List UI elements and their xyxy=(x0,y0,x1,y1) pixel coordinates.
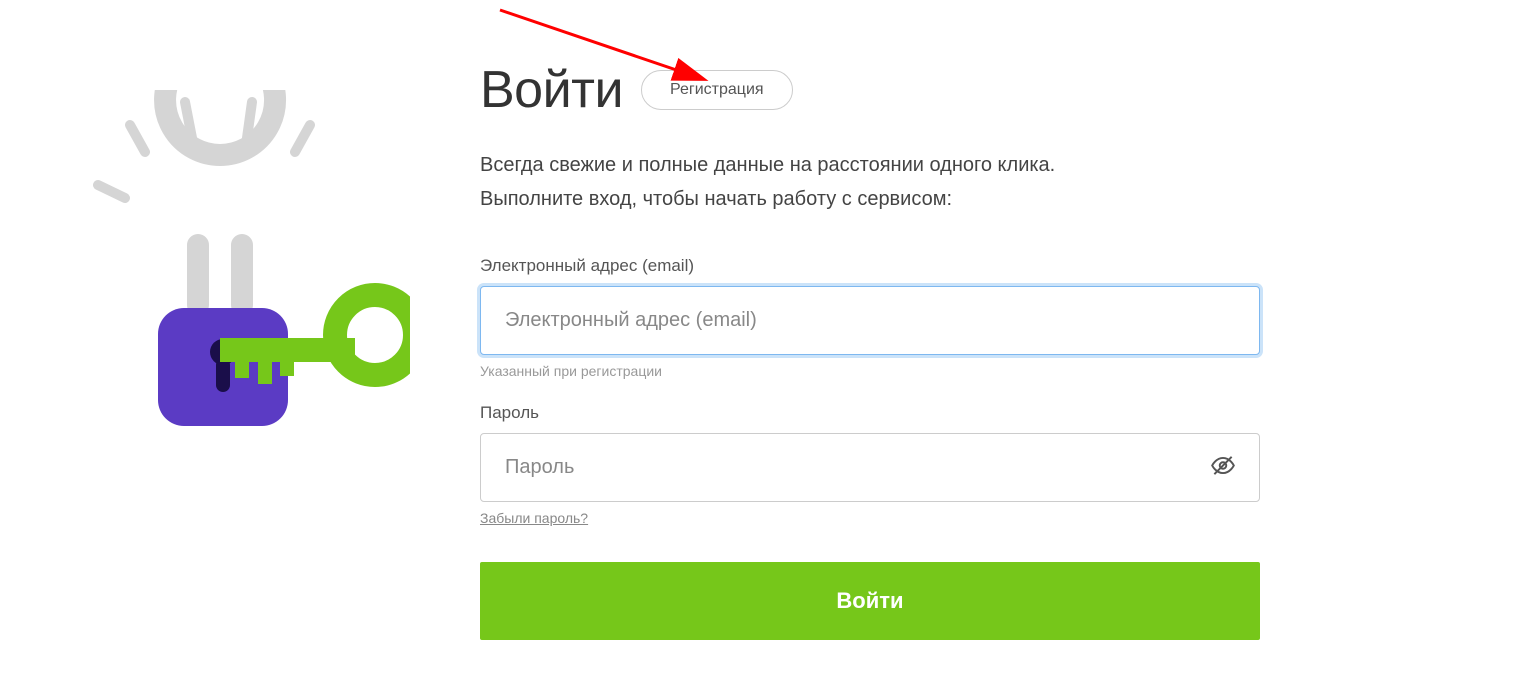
subtitle-line1: Всегда свежие и полные данные на расстоя… xyxy=(480,148,1260,182)
toggle-password-visibility-icon[interactable] xyxy=(1210,452,1236,483)
register-button[interactable]: Регистрация xyxy=(641,70,793,110)
login-illustration xyxy=(70,60,440,685)
lock-key-icon xyxy=(70,90,410,440)
email-label: Электронный адрес (email) xyxy=(480,256,1260,276)
email-field[interactable] xyxy=(480,286,1260,355)
password-label: Пароль xyxy=(480,403,1260,423)
forgot-password-link[interactable]: Забыли пароль? xyxy=(480,510,588,526)
password-input-wrap xyxy=(480,433,1260,502)
login-button[interactable]: Войти xyxy=(480,562,1260,640)
email-hint: Указанный при регистрации xyxy=(480,363,1260,379)
header-row: Войти Регистрация xyxy=(480,60,1260,120)
email-input-wrap xyxy=(480,286,1260,355)
login-page: Войти Регистрация Всегда свежие и полные… xyxy=(0,0,1518,685)
login-form: Войти Регистрация Всегда свежие и полные… xyxy=(440,60,1260,685)
page-title: Войти xyxy=(480,60,623,120)
subtitle-line2: Выполните вход, чтобы начать работу с се… xyxy=(480,182,1260,216)
password-field[interactable] xyxy=(480,433,1260,502)
subtitle: Всегда свежие и полные данные на расстоя… xyxy=(480,148,1260,216)
